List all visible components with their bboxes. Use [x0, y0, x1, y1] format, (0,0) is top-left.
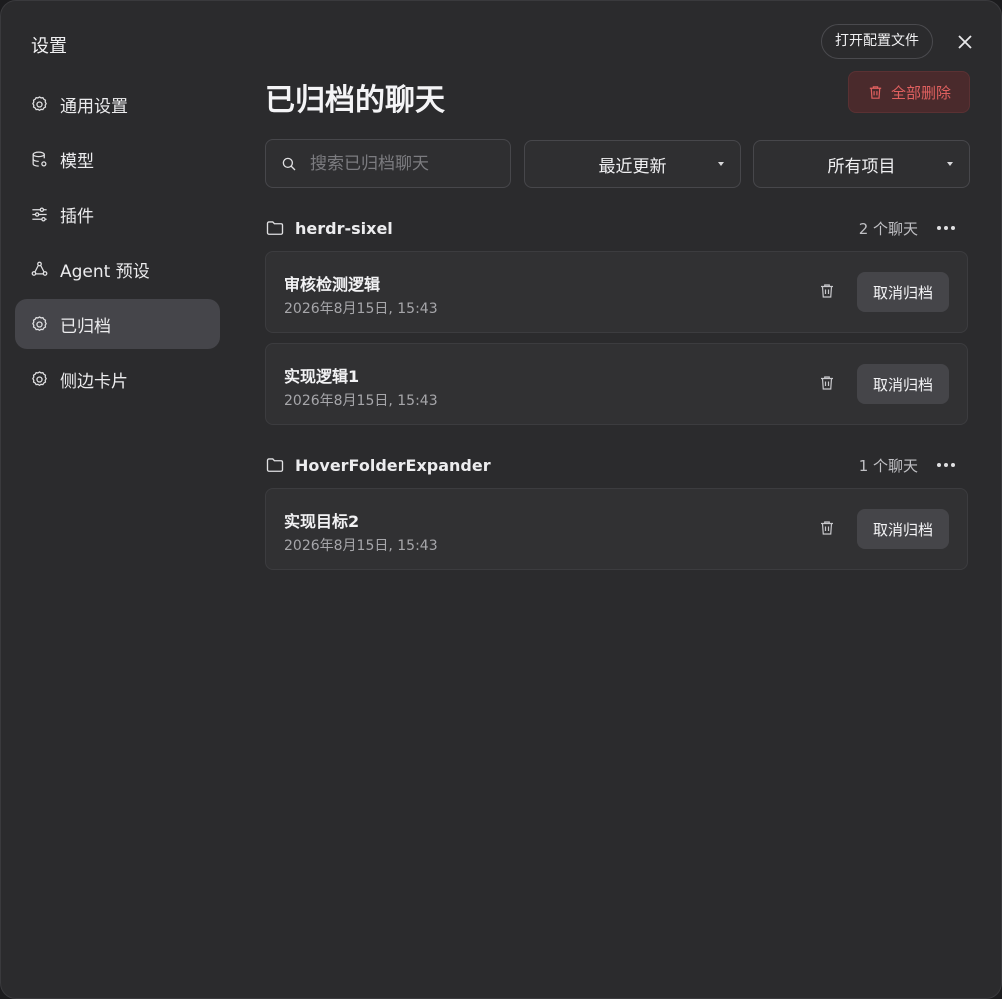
caret-down-icon — [947, 162, 953, 166]
folder-icon — [265, 455, 285, 475]
sort-select[interactable]: 最近更新 — [524, 140, 741, 188]
trash-icon — [869, 85, 882, 99]
sidebar: 设置 通用设置 模型 插件 Agent 预设 已归档 侧边卡片 — [1, 1, 235, 998]
group-header: herdr-sixel 2 个聊天 — [265, 213, 970, 243]
sidebar-item-plugins[interactable]: 插件 — [15, 189, 220, 239]
delete-all-button[interactable]: 全部删除 — [848, 71, 970, 113]
gear-icon — [29, 369, 49, 389]
database-icon — [29, 149, 49, 169]
chat-title: 审核检测逻辑 — [284, 275, 381, 294]
chat-title: 实现目标2 — [284, 512, 360, 531]
trash-icon — [821, 284, 833, 298]
caret-down-icon — [718, 162, 724, 166]
close-icon — [958, 35, 972, 49]
agent-icon — [29, 259, 49, 279]
sidebar-item-label: 已归档 — [60, 316, 111, 337]
gear-icon — [29, 94, 49, 114]
more-options-icon[interactable] — [934, 453, 958, 477]
search-input[interactable] — [310, 153, 500, 174]
chat-date: 2026年8月15日, 15:43 — [284, 393, 438, 409]
group-chat-count: 1 个聊天 — [858, 456, 918, 475]
delete-chat-button[interactable] — [818, 282, 838, 302]
sort-select-value: 最近更新 — [598, 156, 667, 177]
gear-icon — [29, 314, 49, 334]
chat-date: 2026年8月15日, 15:43 — [284, 538, 438, 554]
group-name: HoverFolderExpander — [295, 455, 491, 475]
chat-date: 2026年8月15日, 15:43 — [284, 301, 438, 317]
sidebar-item-label: 侧边卡片 — [60, 371, 128, 392]
sidebar-item-label: 通用设置 — [60, 96, 128, 117]
folder-icon — [265, 218, 285, 238]
group-header: HoverFolderExpander 1 个聊天 — [265, 450, 970, 480]
sidebar-item-label: 模型 — [60, 151, 94, 172]
page-title: 已归档的聊天 — [265, 83, 445, 118]
sliders-icon — [29, 204, 49, 224]
search-box — [265, 139, 511, 188]
sidebar-item-general[interactable]: 通用设置 — [15, 79, 220, 129]
sidebar-item-agent-presets[interactable]: Agent 预设 — [15, 244, 220, 294]
delete-all-label: 全部删除 — [890, 83, 951, 102]
trash-icon — [821, 376, 833, 390]
project-filter-value: 所有项目 — [827, 156, 896, 177]
chat-card: 实现目标2 2026年8月15日, 15:43 取消归档 — [265, 488, 968, 570]
open-config-button[interactable]: 打开配置文件 — [821, 24, 933, 59]
project-filter-select[interactable]: 所有项目 — [753, 140, 970, 188]
more-options-icon[interactable] — [934, 216, 958, 240]
chat-card: 实现逻辑1 2026年8月15日, 15:43 取消归档 — [265, 343, 968, 425]
chat-title: 实现逻辑1 — [284, 367, 360, 386]
group-name: herdr-sixel — [295, 218, 393, 238]
sidebar-item-models[interactable]: 模型 — [15, 134, 220, 184]
close-button[interactable] — [953, 30, 977, 54]
unarchive-button[interactable]: 取消归档 — [857, 364, 949, 404]
sidebar-nav: 通用设置 模型 插件 Agent 预设 已归档 侧边卡片 — [15, 79, 220, 409]
unarchive-button[interactable]: 取消归档 — [857, 509, 949, 549]
trash-icon — [821, 521, 833, 535]
search-icon — [282, 157, 296, 170]
sidebar-item-label: 插件 — [60, 206, 94, 227]
sidebar-item-label: Agent 预设 — [60, 261, 150, 282]
delete-chat-button[interactable] — [818, 519, 838, 539]
delete-chat-button[interactable] — [818, 374, 838, 394]
unarchive-button[interactable]: 取消归档 — [857, 272, 949, 312]
sidebar-title: 设置 — [31, 36, 67, 57]
sidebar-item-side-cards[interactable]: 侧边卡片 — [15, 354, 220, 404]
group-chat-count: 2 个聊天 — [858, 219, 918, 238]
chat-card: 审核检测逻辑 2026年8月15日, 15:43 取消归档 — [265, 251, 968, 333]
sidebar-item-archived[interactable]: 已归档 — [15, 299, 220, 349]
settings-window: 设置 通用设置 模型 插件 Agent 预设 已归档 侧边卡片 打开配置文件 已… — [0, 0, 1002, 999]
